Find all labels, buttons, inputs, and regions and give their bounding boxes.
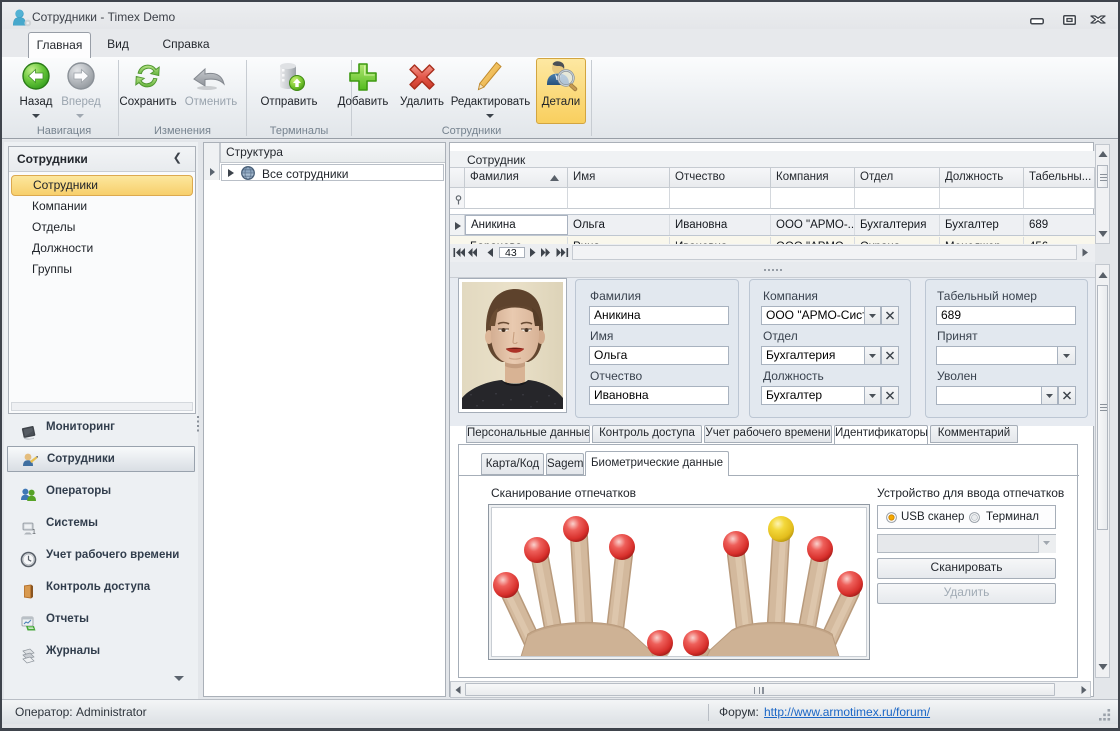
- svg-text:43: 43: [505, 247, 517, 258]
- svg-text:1: 1: [32, 529, 36, 536]
